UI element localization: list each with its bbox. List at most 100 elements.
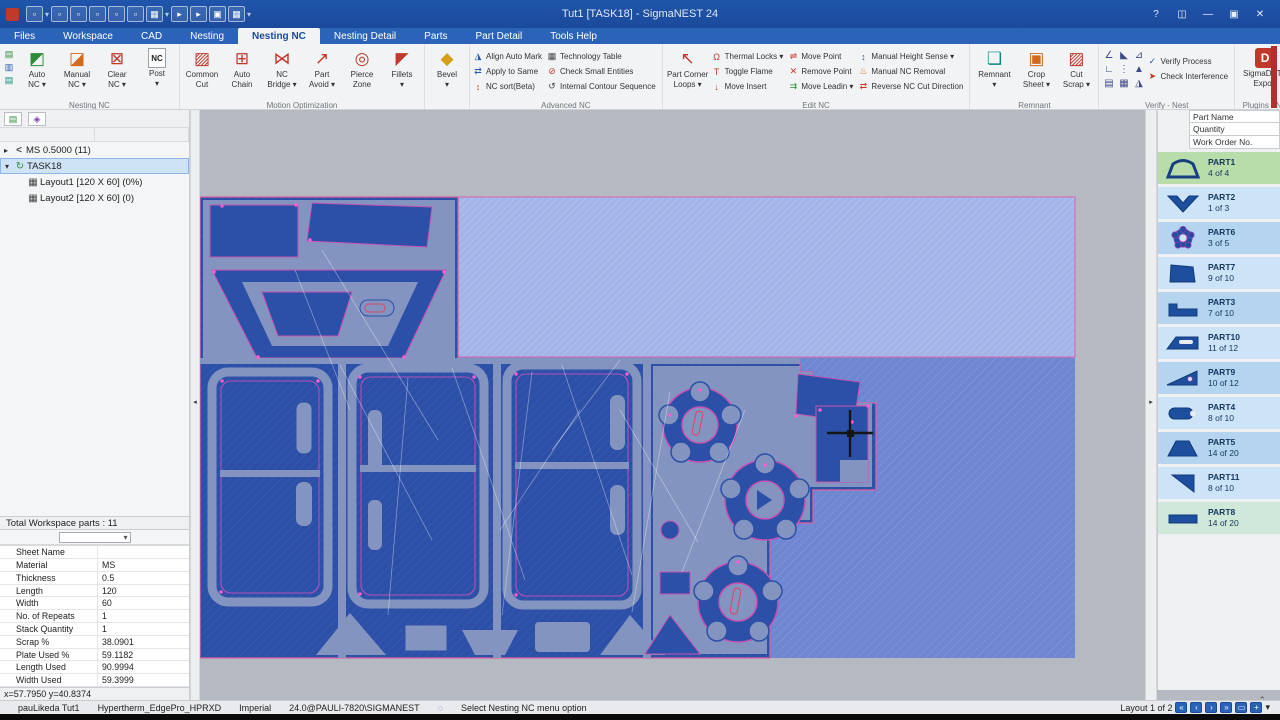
- qa-dropdown-icon-2[interactable]: ▾: [164, 10, 170, 19]
- part-row-part2[interactable]: PART21 of 3: [1158, 187, 1280, 219]
- apply-to-same-button[interactable]: ⇄ Apply to Same: [472, 64, 546, 79]
- qa-dropdown-icon[interactable]: ▾: [44, 10, 50, 19]
- minimize-button[interactable]: —: [1196, 5, 1220, 23]
- qa-icon-9[interactable]: ▸: [190, 6, 207, 22]
- tree-item-layout1[interactable]: ▦ Layout1 [120 X 60] (0%): [0, 174, 189, 190]
- workspace-tree-tab[interactable]: ▤: [4, 112, 22, 126]
- left-splitter[interactable]: ◂: [190, 110, 200, 700]
- mini-layout-icon[interactable]: ▤: [3, 75, 15, 86]
- fillets-button[interactable]: ◤ Fillets ▾: [382, 46, 422, 90]
- move-leadin-button[interactable]: ⇉ Move Leadin ▾: [787, 79, 857, 94]
- clear-nc-button[interactable]: ⊠ Clear NC ▾: [97, 46, 137, 90]
- nesting-canvas[interactable]: [200, 110, 1145, 700]
- pierce-zone-button[interactable]: ◎ Pierce Zone: [342, 46, 382, 90]
- remove-point-button[interactable]: ✕ Remove Point: [787, 64, 857, 79]
- internal-contour-sequence-button[interactable]: ↺ Internal Contour Sequence: [546, 79, 660, 94]
- right-splitter[interactable]: ▸: [1145, 110, 1157, 700]
- manual-nc-removal-button[interactable]: ♨ Manual NC Removal: [857, 64, 967, 79]
- part-corner-loops-button[interactable]: ↖ Part Corner Loops ▾: [665, 46, 711, 90]
- check-small-entities-button[interactable]: ⊘ Check Small Entities: [546, 64, 660, 79]
- prev-layout-button[interactable]: ‹: [1190, 702, 1202, 713]
- verify-process-button[interactable]: ✓ Verify Process: [1146, 54, 1232, 69]
- tab-nesting[interactable]: Nesting: [176, 28, 238, 44]
- tree-item-task[interactable]: ▾ ↻ TASK18: [0, 158, 189, 174]
- bevel-button[interactable]: ◆ Bevel ▾: [427, 46, 467, 90]
- measure-angle-icon[interactable]: ∠: [1101, 50, 1116, 64]
- parts-library-tab[interactable]: ◈: [28, 112, 46, 126]
- measure-slope-icon[interactable]: ◮: [1131, 78, 1146, 92]
- part-row-part9[interactable]: PART910 of 12: [1158, 362, 1280, 394]
- add-layout-button[interactable]: +: [1250, 702, 1262, 713]
- part-row-part8[interactable]: PART814 of 20: [1158, 502, 1280, 534]
- crop-sheet-button[interactable]: ▣ Crop Sheet ▾: [1016, 46, 1056, 90]
- tree-item-material[interactable]: ▸ < MS 0.5000 (11): [0, 142, 189, 158]
- measure-grid-icon[interactable]: ▤: [1101, 78, 1116, 92]
- qa-icon-5[interactable]: ▫: [108, 6, 125, 22]
- tab-workspace[interactable]: Workspace: [49, 28, 127, 44]
- qa-icon-6[interactable]: ▫: [127, 6, 144, 22]
- nc-bridge-button[interactable]: ⋈ NC Bridge ▾: [262, 46, 302, 90]
- restore-button[interactable]: ▣: [1222, 5, 1246, 23]
- pager-more-icon[interactable]: ▾: [1265, 702, 1270, 713]
- manual-nc-button[interactable]: ◪ Manual NC ▾: [57, 46, 97, 90]
- tab-nesting-detail[interactable]: Nesting Detail: [320, 28, 410, 44]
- tab-part-detail[interactable]: Part Detail: [462, 28, 537, 44]
- measure-table-icon[interactable]: ▦: [1116, 78, 1131, 92]
- qa-icon-1[interactable]: ▫: [26, 6, 43, 22]
- header-part-name[interactable]: Part Name: [1189, 110, 1280, 123]
- last-layout-button[interactable]: »: [1220, 702, 1232, 713]
- post-button[interactable]: NC Post ▾: [137, 46, 177, 89]
- reverse-nc-cut-direction-button[interactable]: ⇄ Reverse NC Cut Direction: [857, 79, 967, 94]
- qa-icon-4[interactable]: ▫: [89, 6, 106, 22]
- layout-list-button[interactable]: ▭: [1235, 702, 1247, 713]
- tree-header-cell-2[interactable]: [95, 128, 190, 141]
- qa-icon-8[interactable]: ▸: [171, 6, 188, 22]
- qa-icon-3[interactable]: ▫: [70, 6, 87, 22]
- qa-icon-7[interactable]: ▦: [146, 6, 163, 22]
- auto-chain-button[interactable]: ⊞ Auto Chain: [222, 46, 262, 90]
- tab-cad[interactable]: CAD: [127, 28, 176, 44]
- header-work-order[interactable]: Work Order No.: [1189, 136, 1280, 149]
- sheet-selector-dropdown[interactable]: ▾: [59, 532, 131, 543]
- part-row-part11[interactable]: PART118 of 10: [1158, 467, 1280, 499]
- part-row-part10[interactable]: PART1011 of 12: [1158, 327, 1280, 359]
- tab-files[interactable]: Files: [0, 28, 49, 44]
- tree-item-layout2[interactable]: ▦ Layout2 [120 X 60] (0): [0, 190, 189, 206]
- nc-sort-beta-button[interactable]: ↕ NC sort(Beta): [472, 79, 546, 94]
- move-insert-button[interactable]: ↓ Move Insert: [711, 79, 788, 94]
- part-row-part7[interactable]: PART79 of 10: [1158, 257, 1280, 289]
- align-auto-mark-button[interactable]: ◮ Align Auto Mark: [472, 49, 546, 64]
- qa-dropdown-icon-3[interactable]: ▾: [246, 10, 252, 19]
- cut-scrap-button[interactable]: ▨ Cut Scrap ▾: [1056, 46, 1096, 90]
- part-avoid-button[interactable]: ↗ Part Avoid ▾: [302, 46, 342, 90]
- thermal-locks-button[interactable]: Ω Thermal Locks ▾: [711, 49, 788, 64]
- part-row-part6[interactable]: PART63 of 5: [1158, 222, 1280, 254]
- tab-tools-help[interactable]: Tools Help: [536, 28, 611, 44]
- measure-corner-icon[interactable]: ◣: [1116, 50, 1131, 64]
- tree-header-cell-1[interactable]: [0, 128, 95, 141]
- part-row-part1[interactable]: PART14 of 4: [1158, 152, 1280, 184]
- part-row-part5[interactable]: PART514 of 20: [1158, 432, 1280, 464]
- measure-area-icon[interactable]: ▲: [1131, 64, 1146, 78]
- toggle-flame-button[interactable]: T Toggle Flame: [711, 64, 788, 79]
- remnant-button[interactable]: ❏ Remnant ▾: [972, 46, 1016, 90]
- measure-right-angle-icon[interactable]: ∟: [1101, 64, 1116, 78]
- manual-height-sense-button[interactable]: ↕ Manual Height Sense ▾: [857, 49, 967, 64]
- part-row-part3[interactable]: PART37 of 10: [1158, 292, 1280, 324]
- measure-triangle-icon[interactable]: ⊿: [1131, 50, 1146, 64]
- common-cut-button[interactable]: ▨ Common Cut: [182, 46, 222, 90]
- collapse-right-panel-icon[interactable]: ▸: [1146, 398, 1156, 406]
- mini-workspace-icon[interactable]: ▤: [3, 49, 15, 60]
- status-search-icon[interactable]: ◌: [438, 703, 443, 713]
- part-row-part4[interactable]: PART48 of 10: [1158, 397, 1280, 429]
- next-layout-button[interactable]: ›: [1205, 702, 1217, 713]
- qa-icon-10[interactable]: ▣: [209, 6, 226, 22]
- close-button[interactable]: ✕: [1248, 5, 1272, 23]
- check-interference-button[interactable]: ➤ Check Interference: [1146, 69, 1232, 84]
- tab-nesting-nc[interactable]: Nesting NC: [238, 28, 320, 44]
- first-layout-button[interactable]: «: [1175, 702, 1187, 713]
- mini-sheet-icon[interactable]: ▥: [3, 62, 15, 73]
- move-point-button[interactable]: ⇌ Move Point: [787, 49, 857, 64]
- tab-parts[interactable]: Parts: [410, 28, 461, 44]
- ribbon-options-button[interactable]: ◫: [1170, 5, 1194, 23]
